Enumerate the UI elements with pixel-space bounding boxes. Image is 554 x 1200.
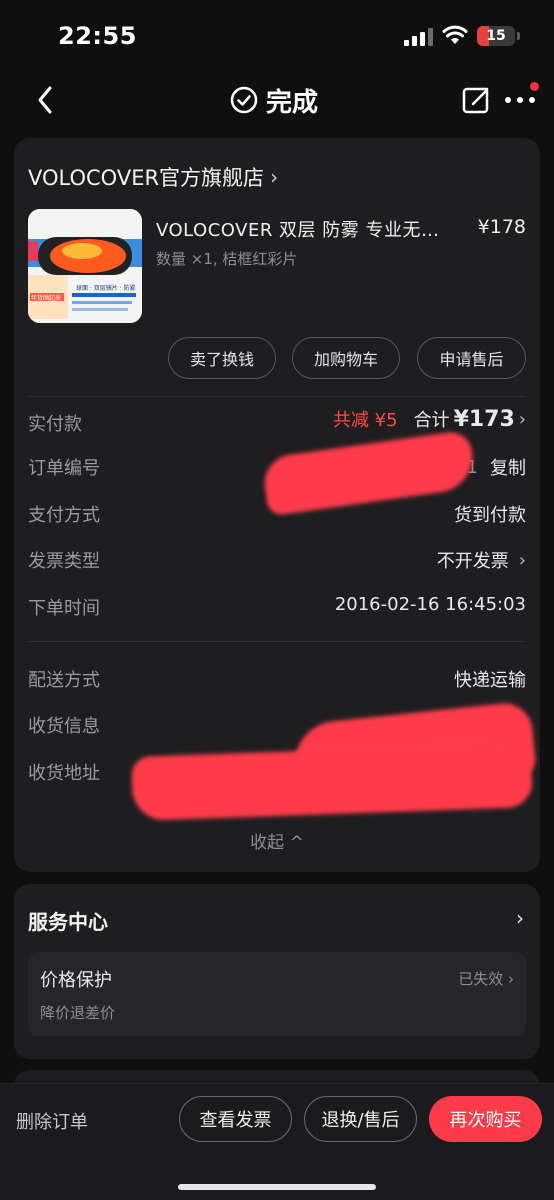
divider [28, 641, 526, 642]
total-prefix: 合计 [413, 410, 450, 431]
product-price: ¥178 [477, 216, 526, 238]
delivery-label: 配送方式 [28, 670, 100, 691]
delivery-value: 快递运输 [454, 670, 526, 691]
store-name: VOLOCOVER官方旗舰店 [28, 166, 265, 190]
delete-order-button[interactable]: 删除订单 [16, 1108, 88, 1134]
bottom-bar: 删除订单 查看发票 退换/售后 再次购买 [0, 1083, 554, 1200]
chevron-right-icon: › [270, 165, 279, 189]
view-invoice-button[interactable]: 查看发票 [179, 1096, 292, 1142]
chevron-right-icon: › [518, 408, 526, 430]
service-title: 服务中心 [28, 910, 108, 934]
paid-label: 实付款 [28, 414, 82, 435]
order-time-label: 下单时间 [28, 598, 100, 619]
product-title[interactable]: VOLOCOVER 双层 防雾 专业无… [156, 216, 466, 242]
home-indicator [178, 1184, 376, 1190]
add-to-cart-button[interactable]: 加购物车 [292, 337, 400, 379]
page-title-text: 完成 [266, 87, 319, 118]
order-card: VOLOCOVER官方旗舰店 › 球面 · 双层镜片 · 防雾 年货囤起来 VO… [14, 138, 540, 872]
nav-bar: 完成 [0, 72, 554, 128]
status-bar: 22:55 15 [0, 0, 554, 72]
sell-button[interactable]: 卖了换钱 [168, 337, 276, 379]
rebuy-button[interactable]: 再次购买 [429, 1096, 542, 1142]
status-time: 22:55 [58, 22, 137, 50]
price-protection-sub: 降价退差价 [40, 1004, 116, 1022]
chevron-right-icon[interactable]: › [516, 906, 524, 930]
order-time-value: 2016-02-16 16:45:03 [334, 594, 526, 615]
product-image-text: 球面 · 双层镜片 · 防雾 [76, 285, 136, 292]
redaction-mark [131, 743, 533, 821]
battery-level: 15 [486, 28, 506, 44]
invoice-value: 不开发票 [436, 551, 509, 572]
wifi-icon [442, 25, 468, 44]
price-protection-status: 已失效 › [458, 970, 514, 988]
share-icon[interactable] [460, 84, 492, 116]
battery-icon: 15 [477, 26, 515, 46]
notification-dot [530, 82, 539, 91]
page-title: 完成 [230, 82, 318, 118]
redaction-mark [260, 429, 478, 517]
price-protection-title: 价格保护 [40, 970, 112, 991]
payment-label: 支付方式 [28, 505, 100, 526]
total-amount: ¥173 [453, 406, 515, 432]
paid-total-row[interactable]: 共减 ¥5 合计 ¥173 › [333, 406, 526, 432]
price-protection-item[interactable]: 价格保护 降价退差价 已失效 › [28, 952, 526, 1036]
invoice-label: 发票类型 [28, 551, 100, 572]
product-image-badge: 年货囤起来 [31, 295, 62, 302]
check-circle-icon [230, 86, 258, 114]
store-link[interactable]: VOLOCOVER官方旗舰店 › [28, 162, 278, 192]
copy-button[interactable]: 复制 [490, 454, 526, 480]
receiver-label: 收货信息 [28, 716, 100, 737]
chevron-right-icon: › [503, 970, 514, 988]
divider [28, 396, 526, 397]
return-button[interactable]: 退换/售后 [304, 1096, 417, 1142]
service-card: 服务中心 › 价格保护 降价退差价 已失效 › [14, 884, 540, 1059]
after-sale-button[interactable]: 申请售后 [417, 337, 526, 379]
chevron-right-icon: › [518, 549, 526, 571]
order-no-label: 订单编号 [28, 458, 100, 479]
payment-value: 货到付款 [454, 505, 526, 526]
back-icon[interactable] [30, 82, 62, 118]
product-spec: 数量 ×1, 桔框红彩片 [156, 250, 298, 268]
signal-icon [404, 28, 434, 46]
invoice-row[interactable]: 不开发票 › [437, 547, 526, 573]
collapse-button[interactable]: 收起 ^ [14, 828, 540, 853]
product-image[interactable]: 球面 · 双层镜片 · 防雾 年货囤起来 [28, 209, 142, 323]
discount-text: 共减 ¥5 [332, 410, 398, 431]
address-label: 收货地址 [28, 763, 100, 784]
